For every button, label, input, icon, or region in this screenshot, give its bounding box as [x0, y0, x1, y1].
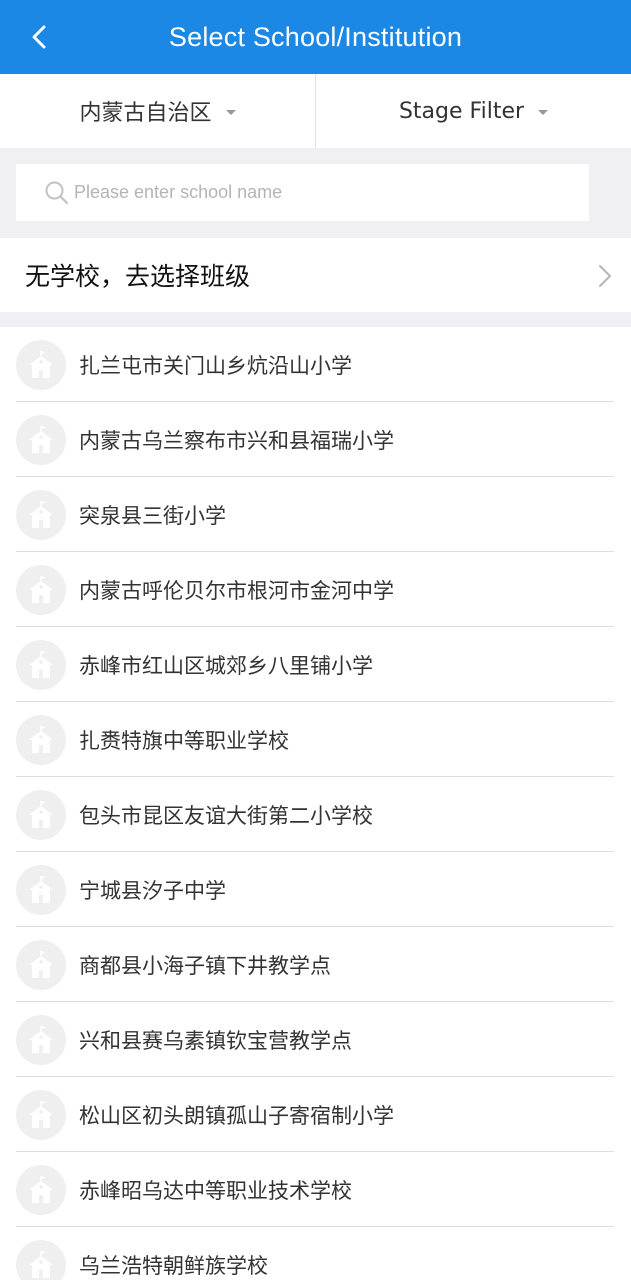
school-building-icon: [16, 639, 66, 690]
no-school-select-class-row[interactable]: 无学校，去选择班级: [0, 238, 631, 312]
region-filter-dropdown[interactable]: 内蒙古自治区: [0, 74, 316, 148]
school-list-item[interactable]: 赤峰市红山区城郊乡八里铺小学: [0, 627, 631, 702]
filter-bar: 内蒙古自治区 Stage Filter: [0, 74, 631, 148]
school-building-icon: [16, 1239, 66, 1280]
back-button[interactable]: [20, 17, 60, 57]
school-name: 乌兰浩特朝鲜族学校: [79, 1253, 268, 1278]
school-list-item[interactable]: 内蒙古呼伦贝尔市根河市金河中学: [0, 552, 631, 627]
school-name: 内蒙古乌兰察布市兴和县福瑞小学: [79, 428, 394, 453]
school-list-item[interactable]: 扎兰屯市关门山乡炕沿山小学: [0, 327, 631, 402]
caret-down-icon: [225, 109, 236, 115]
school-building-icon: [16, 489, 66, 540]
school-list-item[interactable]: 兴和县赛乌素镇钦宝营教学点: [0, 1002, 631, 1077]
stage-filter-dropdown[interactable]: Stage Filter: [316, 74, 631, 148]
stage-filter-label: Stage Filter: [398, 98, 525, 124]
section-divider: [0, 312, 631, 327]
school-name: 扎兰屯市关门山乡炕沿山小学: [79, 353, 352, 378]
school-building-icon: [16, 414, 66, 465]
school-list-item[interactable]: 商都县小海子镇下井教学点: [0, 927, 631, 1002]
school-list-item[interactable]: 赤峰昭乌达中等职业技术学校: [0, 1152, 631, 1227]
school-building-icon: [16, 1014, 66, 1065]
school-building-icon: [16, 1089, 66, 1140]
school-list-item[interactable]: 扎赉特旗中等职业学校: [0, 702, 631, 777]
school-building-icon: [16, 939, 66, 990]
school-building-icon: [16, 339, 66, 390]
school-list-item[interactable]: 宁城县汐子中学: [0, 852, 631, 927]
school-name: 商都县小海子镇下井教学点: [79, 953, 331, 978]
school-name: 兴和县赛乌素镇钦宝营教学点: [79, 1028, 352, 1053]
school-name: 内蒙古呼伦贝尔市根河市金河中学: [79, 578, 394, 603]
region-filter-label: 内蒙古自治区: [79, 101, 212, 126]
school-name: 扎赉特旗中等职业学校: [79, 728, 289, 753]
school-list-item[interactable]: 突泉县三街小学: [0, 477, 631, 552]
chevron-right-icon: [598, 264, 612, 288]
no-school-label: 无学校，去选择班级: [25, 262, 251, 291]
search-area: [0, 148, 631, 238]
school-building-icon: [16, 714, 66, 765]
search-icon: [45, 181, 69, 204]
school-list-item[interactable]: 包头市昆区友谊大街第二小学校: [0, 777, 631, 852]
school-building-icon: [16, 789, 66, 840]
school-name: 突泉县三街小学: [79, 503, 226, 528]
school-name: 赤峰市红山区城郊乡八里铺小学: [79, 653, 373, 678]
school-list-item[interactable]: 松山区初头朗镇孤山子寄宿制小学: [0, 1077, 631, 1152]
school-name: 松山区初头朗镇孤山子寄宿制小学: [79, 1103, 394, 1128]
school-list-item[interactable]: 乌兰浩特朝鲜族学校: [0, 1227, 631, 1280]
school-building-icon: [16, 564, 66, 615]
school-name: 宁城县汐子中学: [79, 878, 226, 903]
school-name: 包头市昆区友谊大街第二小学校: [79, 803, 373, 828]
caret-down-icon: [538, 109, 549, 115]
school-building-icon: [16, 864, 66, 915]
search-box[interactable]: [16, 164, 589, 221]
school-list: 扎兰屯市关门山乡炕沿山小学 内蒙古乌兰察布市兴和县福瑞小学 突泉县三街小学 内蒙…: [0, 327, 631, 1280]
search-input[interactable]: [74, 182, 554, 203]
top-app-bar: Select School/Institution: [0, 0, 631, 74]
school-building-icon: [16, 1164, 66, 1215]
page-title: Select School/Institution: [168, 21, 463, 52]
school-name: 赤峰昭乌达中等职业技术学校: [79, 1178, 352, 1203]
chevron-left-icon: [32, 25, 46, 49]
school-list-item[interactable]: 内蒙古乌兰察布市兴和县福瑞小学: [0, 402, 631, 477]
